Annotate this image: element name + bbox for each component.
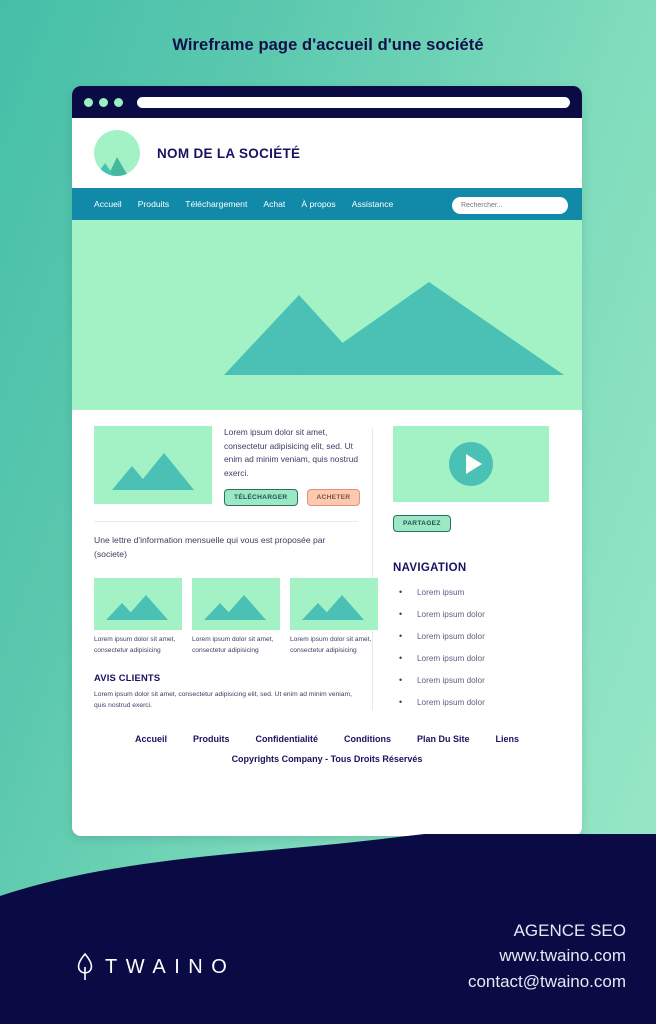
nav-link-a-propos[interactable]: À propos	[293, 199, 343, 209]
content-area: Lorem ipsum dolor sit amet, consectetur …	[72, 410, 582, 720]
window-minimize-dot-icon[interactable]	[99, 97, 108, 107]
footer-link-liens[interactable]: Liens	[483, 734, 533, 744]
nav-link-telechargement[interactable]: Téléchargement	[177, 199, 255, 209]
card-caption: Lorem ipsum dolor sit amet, consectetur …	[192, 635, 274, 654]
window-close-dot-icon[interactable]	[84, 97, 93, 107]
mountain-image-icon	[192, 577, 280, 630]
footer-link-accueil[interactable]: Accueil	[122, 734, 180, 744]
avis-clients-text: Lorem ipsum dolor sit amet, consectetur …	[94, 691, 352, 710]
list-item[interactable]: Lorem ipsum dolor sit amet, consectetur …	[192, 577, 280, 656]
company-name: NOM DE LA SOCIÉTÉ	[157, 145, 301, 161]
card-caption: Lorem ipsum dolor sit amet, consectetur …	[94, 635, 176, 654]
nav-link-assistance[interactable]: Assistance	[344, 199, 402, 209]
nav-link-achat[interactable]: Achat	[255, 199, 293, 209]
search-input[interactable]	[452, 197, 568, 214]
footer-link-confidentialite[interactable]: Confidentialité	[243, 734, 332, 744]
footer-links: Accueil Produits Confidentialité Conditi…	[72, 734, 582, 744]
main-navigation-bar: Accueil Produits Téléchargement Achat À …	[72, 188, 582, 220]
navigation-title: NAVIGATION	[393, 562, 467, 574]
address-bar[interactable]	[137, 96, 570, 108]
brand-name: TWAINO	[105, 955, 236, 978]
site-footer: Accueil Produits Confidentialité Conditi…	[72, 720, 582, 764]
promo-body: Lorem ipsum dolor sit amet, consectetur …	[224, 426, 361, 507]
footer-link-produits[interactable]: Produits	[180, 734, 243, 744]
brand-logo: TWAINO	[74, 952, 235, 982]
navigation-list-item[interactable]: Lorem ipsum dolor	[393, 631, 560, 641]
mountain-image-icon	[290, 577, 378, 630]
avis-clients-title: AVIS CLIENTS	[94, 672, 161, 684]
footer-link-conditions[interactable]: Conditions	[331, 734, 404, 744]
download-button[interactable]: TÉLÉCHARGER	[224, 489, 298, 507]
newsletter-text: Une lettre d'information mensuelle qui v…	[94, 535, 326, 560]
agency-info: AGENCE SEO www.twaino.com contact@twaino…	[468, 918, 626, 995]
left-column: Lorem ipsum dolor sit amet, consectetur …	[72, 426, 378, 720]
window-maximize-dot-icon[interactable]	[114, 97, 123, 107]
navigation-list-item[interactable]: Lorem ipsum dolor	[393, 675, 560, 685]
right-column: PARTAGEZ NAVIGATION Lorem ipsum Lorem ip…	[373, 426, 582, 720]
navigation-list-item[interactable]: Lorem ipsum	[393, 587, 560, 597]
promo-text: Lorem ipsum dolor sit amet, consectetur …	[224, 427, 359, 478]
nav-link-produits[interactable]: Produits	[130, 199, 178, 209]
navigation-list-item[interactable]: Lorem ipsum dolor	[393, 609, 560, 619]
video-placeholder[interactable]	[393, 426, 549, 502]
mountain-image-icon	[94, 426, 212, 504]
hero-banner	[72, 220, 582, 410]
page-title: Wireframe page d'accueil d'une société	[172, 36, 484, 54]
play-triangle-icon	[465, 454, 482, 474]
mountain-logo-icon	[94, 130, 140, 176]
section-divider	[94, 521, 358, 523]
browser-chrome	[72, 86, 582, 118]
site-header: NOM DE LA SOCIÉTÉ	[72, 118, 582, 188]
navigation-list-item[interactable]: Lorem ipsum dolor	[393, 653, 560, 663]
copyright-text: Copyrights Company - Tous Droits Réservé…	[231, 754, 423, 764]
twaino-leaf-icon	[77, 952, 93, 980]
feature-cards: Lorem ipsum dolor sit amet, consectetur …	[94, 577, 378, 656]
search-container	[452, 194, 568, 214]
list-item[interactable]: Lorem ipsum dolor sit amet, consectetur …	[290, 577, 378, 656]
nav-link-accueil[interactable]: Accueil	[86, 199, 130, 209]
card-caption: Lorem ipsum dolor sit amet, consectetur …	[290, 635, 372, 654]
footer-link-plan-du-site[interactable]: Plan Du Site	[404, 734, 483, 744]
agency-tagline: AGENCE SEO	[513, 920, 626, 940]
share-button[interactable]: PARTAGEZ	[393, 515, 451, 532]
promo-block: Lorem ipsum dolor sit amet, consectetur …	[94, 426, 361, 507]
mountain-image-icon	[94, 577, 182, 630]
list-item[interactable]: Lorem ipsum dolor sit amet, consectetur …	[94, 577, 182, 656]
navigation-list: Lorem ipsum Lorem ipsum dolor Lorem ipsu…	[393, 587, 560, 707]
agency-email[interactable]: contact@twaino.com	[468, 969, 626, 995]
navigation-list-item[interactable]: Lorem ipsum dolor	[393, 697, 560, 707]
promo-button-row: TÉLÉCHARGER ACHETER	[224, 489, 361, 507]
agency-website[interactable]: www.twaino.com	[468, 943, 626, 969]
play-button-icon[interactable]	[449, 442, 493, 486]
browser-window: NOM DE LA SOCIÉTÉ Accueil Produits Téléc…	[72, 86, 582, 836]
buy-button[interactable]: ACHETER	[306, 489, 361, 507]
